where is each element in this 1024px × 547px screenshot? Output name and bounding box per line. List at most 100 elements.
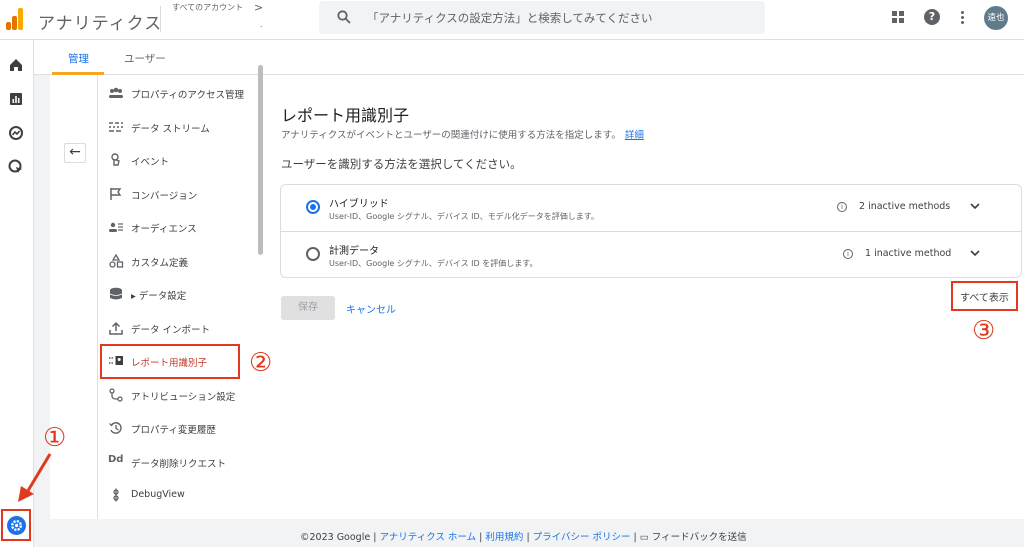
feedback-link[interactable]: ▭ フィードバックを送信 [640,532,747,543]
radio-observed[interactable] [306,247,320,261]
flag-icon [110,187,122,200]
back-arrow-icon[interactable]: ← [64,143,86,163]
home-icon[interactable] [7,56,25,74]
history-icon [109,422,122,434]
section-subtitle: ユーザーを識別する方法を選択してください。 [281,157,522,171]
search-icon [337,10,351,24]
menu-scrollbar[interactable] [258,65,263,255]
property-settings-menu: プロパティのアクセス管理 データ ストリーム イベント コンバージョン オーディ… [100,75,306,519]
sidebar-item-custom-definitions[interactable]: カスタム定義 [100,245,306,279]
radio-blended[interactable] [306,200,320,214]
terms-link[interactable]: 利用規約 [485,532,523,543]
sidebar-item-data-import[interactable]: データ インポート [100,312,306,346]
option-title: ハイブリッド [329,199,389,210]
attribution-icon [109,387,123,402]
feedback-label: フィードバックを送信 [651,532,747,543]
account-selector[interactable]: すべてのアカウント > . [172,1,263,29]
apps-grid-icon[interactable] [892,11,904,23]
search-bar[interactable]: 「アナリティクスの設定方法」と検索してみてください [319,1,765,34]
tab-admin[interactable]: 管理 [68,51,89,66]
app-title: アナリティクス [38,14,163,34]
sidebar-item-audiences[interactable]: オーディエンス [100,211,306,245]
tab-user[interactable]: ユーザー [124,51,166,66]
admin-button[interactable] [1,509,31,541]
gear-icon [7,516,26,535]
sidebar-item-data-deletion[interactable]: Dd データ削除リクエスト [100,446,306,480]
inactive-methods: 1 inactive method [865,248,952,259]
explore-icon[interactable] [7,124,25,142]
annotation-box-show-all [951,281,1018,311]
sidebar-item-attribution[interactable]: アトリビューション設定 [100,379,306,413]
annotation-number-3: ③ [972,316,996,346]
data-stream-icon [109,121,123,132]
shapes-icon [109,253,124,268]
privacy-link[interactable]: プライバシー ポリシー [533,532,631,543]
sidebar-item-label: プロパティのアクセス管理 [131,90,244,101]
footer-links: ©2023 Google | アナリティクス ホーム | 利用規約 | プライバ… [300,529,747,543]
top-bar: アナリティクス すべてのアカウント > . 「アナリティクスの設定方法」と検索し… [0,0,1024,40]
chevron-down-icon[interactable] [969,201,981,211]
sidebar-item-debugview[interactable]: DebugView [100,479,306,513]
footer: ©2023 Google | アナリティクス ホーム | 利用規約 | プライバ… [34,519,1024,547]
feedback-icon: ▭ [639,532,652,543]
info-icon: i [843,249,853,259]
sidebar-item-conversions[interactable]: コンバージョン [100,178,306,212]
sidebar-item-label: イベント [131,157,170,168]
sidebar-item-property-access[interactable]: プロパティのアクセス管理 [100,77,306,111]
option-description: User-ID、Google シグナル、デバイス ID を評価します。 [329,259,538,268]
annotation-number-1: ① [43,423,67,453]
copyright: ©2023 Google [300,532,371,543]
analytics-logo[interactable] [4,8,26,30]
annotation-box-reporting-identity [100,344,240,379]
divider [160,6,161,32]
footer-separator: | [523,532,533,543]
save-button[interactable]: 保存 [281,296,335,320]
debug-icon [113,488,119,502]
option-observed[interactable]: 計測データ User-ID、Google シグナル、デバイス ID を評価します… [281,231,1021,277]
identity-options: ハイブリッド User-ID、Google シグナル、デバイス ID、モデル化デ… [280,184,1022,278]
annotation-number-2: ② [249,348,273,378]
annotation-arrow [18,453,52,502]
reports-icon[interactable] [7,90,25,108]
cancel-button[interactable]: キャンセル [346,301,396,316]
option-blended[interactable]: ハイブリッド User-ID、Google シグナル、デバイス ID、モデル化デ… [281,185,1021,231]
option-title: 計測データ [329,246,379,257]
data-delete-icon: Dd [108,453,124,465]
help-icon[interactable]: ? [924,9,940,25]
audience-icon [109,222,123,232]
option-description: User-ID、Google シグナル、デバイス ID、モデル化データを評価しま… [329,212,599,221]
sidebar-item-label: データ インポート [131,324,211,336]
sidebar-item-label: データ ストリーム [131,123,210,135]
chevron-down-icon[interactable] [969,248,981,258]
sidebar-item-label: データ削除リクエスト [131,458,227,470]
account-label: すべてのアカウント [172,3,244,12]
description-text: アナリティクスがイベントとユーザーの関連付けに使用する方法を指定します。 [281,130,621,141]
detail-link[interactable]: 詳細 [625,130,644,141]
people-icon [109,87,123,98]
account-property-name: . [260,20,263,29]
info-icon: i [837,202,847,212]
page-title: レポート用識別子 [281,106,410,125]
sidebar-item-change-history[interactable]: プロパティ変更履歴 [100,412,306,446]
sidebar-item-label: アトリビューション設定 [131,391,236,403]
advertising-icon[interactable] [7,158,25,176]
page-description: アナリティクスがイベントとユーザーの関連付けに使用する方法を指定します。 詳細 [281,127,644,141]
upload-icon [109,321,123,335]
sidebar-item-data-stream[interactable]: データ ストリーム [100,111,306,145]
event-touch-icon [111,153,120,166]
database-icon [109,287,123,300]
sidebar-item-data-settings[interactable]: ▸ データ設定 [100,278,306,312]
sidebar-item-events[interactable]: イベント [100,144,306,178]
main-panel: ← プロパティのアクセス管理 データ ストリーム イベント コンバージョン オー… [50,75,1024,519]
analytics-home-link[interactable]: アナリティクス ホーム [379,532,476,543]
sidebar-item-label: オーディエンス [131,224,197,235]
search-placeholder: 「アナリティクスの設定方法」と検索してみてください [367,11,653,25]
inactive-methods: 2 inactive methods [859,201,951,212]
footer-separator: | [630,532,640,543]
more-vert-icon[interactable] [958,9,968,27]
chevron-right-icon: > [254,1,264,14]
avatar[interactable]: 遠也 [984,6,1008,30]
sidebar-item-label: コンバージョン [131,190,198,202]
admin-tabs: 管理 ユーザー [34,40,1024,75]
sidebar-item-label: プロパティ変更履歴 [131,425,216,436]
